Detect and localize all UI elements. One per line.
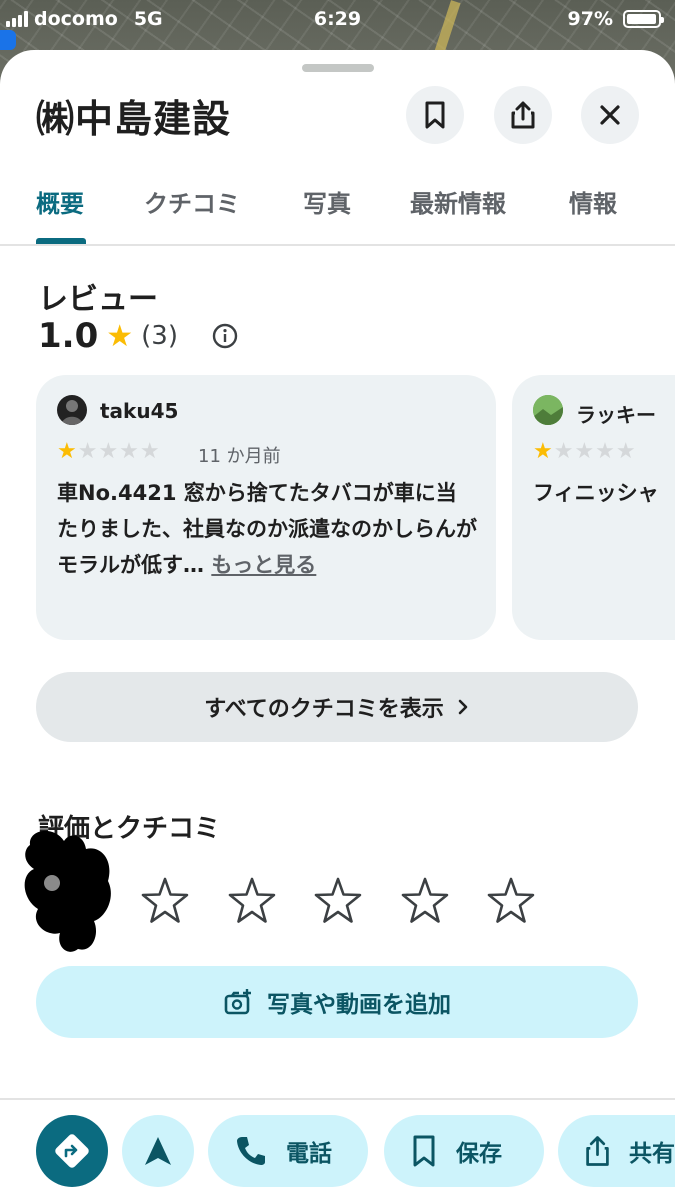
review-text: 車No.4421 窓から捨てたタバコが車に当たりました、社員なのか派遣なのかしら… xyxy=(57,475,477,583)
directions-icon xyxy=(55,1134,89,1168)
navigation-arrow-icon xyxy=(145,1137,171,1165)
rating-value: 1.0 xyxy=(38,316,99,356)
review-count: (3) xyxy=(141,321,178,351)
action-bar: 電話 保存 共有 xyxy=(0,1098,675,1200)
save-place-button[interactable] xyxy=(406,86,464,144)
info-icon[interactable] xyxy=(212,323,238,349)
place-sheet: ㈱中島建設 概要 クチコミ 写真 最新情報 情報 レビュー 1.0 ★ (3) xyxy=(0,50,675,1200)
rate-star-2[interactable] xyxy=(226,875,278,927)
add-photo-label: 写真や動画を追加 xyxy=(267,992,451,1018)
show-all-reviews-label: すべてのクチコミを表示 xyxy=(204,697,444,722)
avatar-landscape xyxy=(533,395,563,425)
share-button[interactable]: 共有 xyxy=(558,1115,675,1187)
rate-star-4[interactable] xyxy=(399,875,451,927)
review-date: 11 か月前 xyxy=(198,446,281,467)
share-label: 共有 xyxy=(629,1141,675,1167)
rate-star-5[interactable] xyxy=(485,875,537,927)
directions-button[interactable] xyxy=(36,1115,108,1187)
save-label: 保存 xyxy=(456,1141,502,1167)
call-label: 電話 xyxy=(286,1141,332,1167)
more-link[interactable]: もっと見る xyxy=(211,553,316,577)
battery-percent: 97% xyxy=(567,8,613,30)
avatar-silhouette xyxy=(61,400,83,425)
rate-star-1[interactable] xyxy=(139,875,191,927)
reviews-heading: レビュー xyxy=(38,282,158,317)
tab-reviews[interactable]: クチコミ xyxy=(144,184,240,219)
tab-updates[interactable]: 最新情報 xyxy=(410,184,506,219)
reviewer-avatar[interactable] xyxy=(57,395,87,425)
review-card[interactable]: taku45 ★★★★★ 11 か月前 車No.4421 窓から捨てたタバコが車… xyxy=(36,375,496,640)
save-button[interactable]: 保存 xyxy=(384,1115,544,1187)
rate-star-3[interactable] xyxy=(312,875,364,927)
rating-summary: 1.0 ★ (3) xyxy=(38,314,238,358)
place-title: ㈱中島建設 xyxy=(36,97,232,141)
review-stars: ★★★★★ xyxy=(533,439,637,464)
share-icon xyxy=(586,1136,609,1166)
tab-overview[interactable]: 概要 xyxy=(36,184,84,219)
chevron-right-icon xyxy=(458,699,468,715)
status-bar: docomo 5G 6:29 97% xyxy=(0,0,675,40)
start-navigation-button[interactable] xyxy=(122,1115,194,1187)
review-stars: ★★★★★ xyxy=(57,439,161,464)
battery-icon xyxy=(623,10,664,28)
user-avatar-redacted xyxy=(24,830,111,952)
share-place-button[interactable] xyxy=(494,86,552,144)
bookmark-icon xyxy=(425,101,445,129)
review-text: フィニッシャ xyxy=(533,481,659,505)
bookmark-icon xyxy=(413,1135,435,1167)
phone-icon xyxy=(237,1137,265,1165)
tab-about[interactable]: 情報 xyxy=(569,184,617,219)
reviewer-name[interactable]: ラッキー xyxy=(576,399,656,428)
reviewer-name[interactable]: taku45 xyxy=(100,399,178,423)
tab-bar: 概要 クチコミ 写真 最新情報 情報 xyxy=(0,180,675,246)
add-photo-icon xyxy=(224,989,251,1015)
call-button[interactable]: 電話 xyxy=(208,1115,368,1187)
close-button[interactable] xyxy=(581,86,639,144)
show-all-reviews-button[interactable]: すべてのクチコミを表示 xyxy=(36,672,638,742)
tab-photos[interactable]: 写真 xyxy=(303,184,351,219)
review-card[interactable]: ラッキー ★★★★★ フィニッシャ xyxy=(512,375,675,640)
star-icon: ★ xyxy=(106,318,134,354)
reviewer-avatar[interactable] xyxy=(533,395,563,425)
share-icon xyxy=(511,101,535,129)
status-right: 97% xyxy=(567,8,664,30)
sheet-grabber[interactable] xyxy=(302,64,374,72)
active-tab-indicator xyxy=(36,238,86,244)
close-icon xyxy=(600,105,620,125)
add-photo-video-button[interactable]: 写真や動画を追加 xyxy=(36,966,638,1038)
